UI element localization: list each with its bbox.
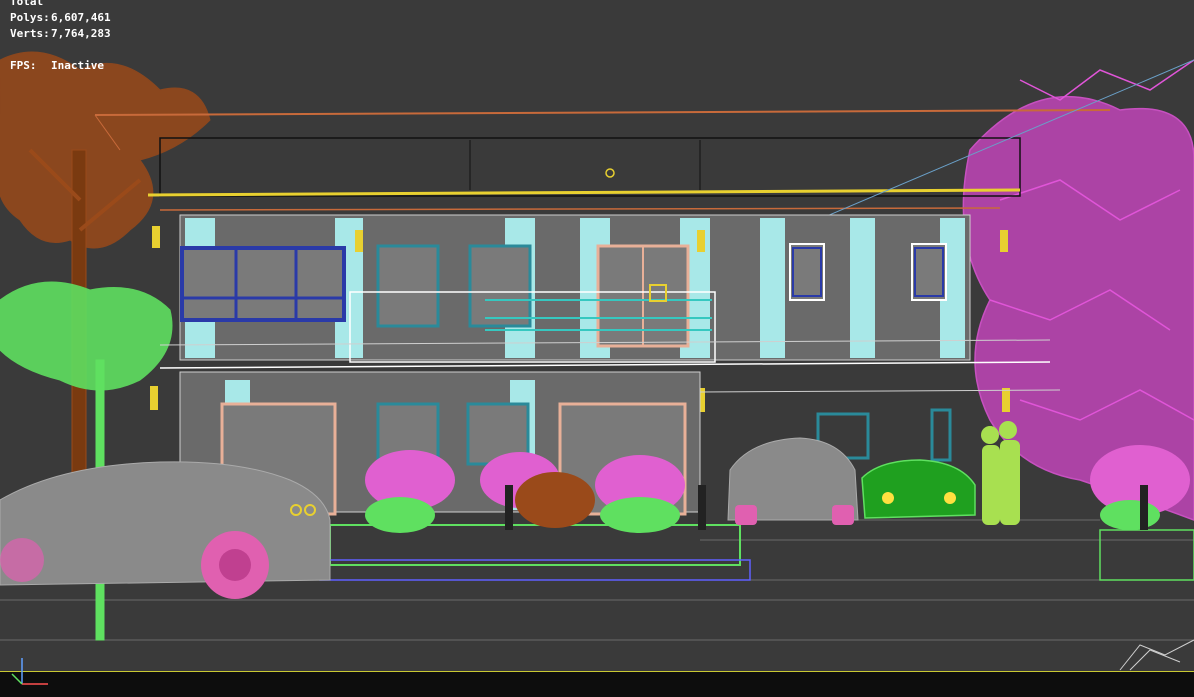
upper-floor <box>159 214 1051 369</box>
stats-total-label: Total <box>10 0 44 8</box>
stats-fps-value: Inactive <box>51 59 104 72</box>
car-green <box>861 459 976 519</box>
stats-polys-value: 6,607,461 <box>51 11 111 24</box>
tree-left <box>0 51 211 481</box>
stats-fps-label: FPS: <box>10 59 37 72</box>
viewport-bottom-bar <box>0 671 1194 697</box>
axis-gizmo-icon[interactable] <box>8 652 58 692</box>
wire-rocks <box>1119 639 1194 671</box>
stats-polys-label: Polys: <box>10 11 50 24</box>
scene-render <box>0 51 1194 671</box>
stats-polys-row: Polys: 6,607,461 <box>10 10 111 26</box>
stats-total-row: Total <box>10 0 111 10</box>
car-left <box>0 461 331 599</box>
3d-viewport[interactable]: Total Polys: 6,607,461 Verts: 7,764,283 … <box>0 0 1194 697</box>
stats-verts-value: 7,764,283 <box>51 27 111 40</box>
car-middle <box>727 437 859 525</box>
stats-fps-row: FPS: Inactive <box>10 58 111 74</box>
viewport-stats: Total Polys: 6,607,461 Verts: 7,764,283 … <box>10 0 111 74</box>
stats-verts-row: Verts: 7,764,283 <box>10 26 111 42</box>
stats-verts-label: Verts: <box>10 27 50 40</box>
